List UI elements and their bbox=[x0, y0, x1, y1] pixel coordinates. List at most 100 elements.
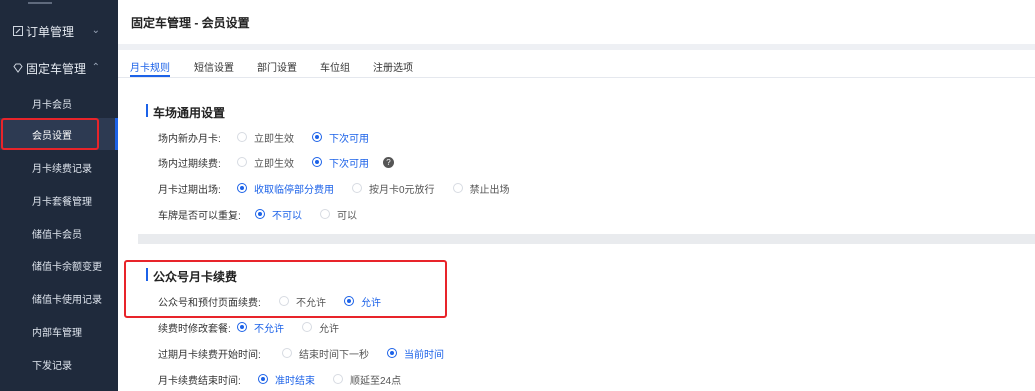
section-divider bbox=[138, 234, 1035, 244]
radio-button[interactable] bbox=[352, 183, 362, 193]
radio-option[interactable]: 按月卡0元放行 bbox=[352, 181, 435, 196]
sidebar-item-label: 内部车管理 bbox=[32, 327, 82, 339]
radio-option[interactable]: 顺延至24点 bbox=[333, 372, 401, 387]
radio-option[interactable]: 不允许 bbox=[237, 320, 284, 335]
highlight-box bbox=[124, 260, 447, 318]
page-title: 固定车管理 - 会员设置 bbox=[131, 16, 250, 30]
setting-row-modify-package: 续费时修改套餐: 不允许 允许 bbox=[158, 317, 357, 337]
sidebar-group-fixed-vehicle[interactable]: 固定车管理 ⌃ bbox=[0, 51, 118, 85]
radio-button[interactable] bbox=[333, 374, 343, 384]
radio-label: 不可以 bbox=[272, 210, 302, 222]
radio-label: 禁止出场 bbox=[469, 184, 510, 196]
radio-label: 准时结束 bbox=[275, 375, 315, 387]
radio-button[interactable] bbox=[452, 183, 463, 193]
chevron-down-icon: ⌄ bbox=[91, 25, 100, 36]
radio-option[interactable]: 立即生效 bbox=[237, 130, 294, 145]
setting-label: 过期月卡续费开始时间: bbox=[158, 349, 261, 361]
tab-department-settings[interactable]: 部门设置 bbox=[257, 59, 297, 74]
sidebar-item-balance-changes[interactable]: 储值卡余额变更 bbox=[0, 249, 118, 281]
setting-row-new-monthly-card: 场内新办月卡: 立即生效 下次可用 bbox=[158, 127, 387, 147]
radio-button[interactable] bbox=[237, 157, 247, 167]
tab-bar: 月卡规则 短信设置 部门设置 车位组 注册选项 bbox=[118, 50, 1035, 78]
radio-option[interactable]: 不可以 bbox=[255, 207, 302, 222]
setting-label: 场内过期续费: bbox=[158, 158, 221, 170]
radio-label: 当前时间 bbox=[404, 349, 444, 361]
radio-option[interactable]: 可以 bbox=[320, 207, 357, 222]
edit-icon bbox=[12, 26, 23, 37]
sidebar-item-package-management[interactable]: 月卡套餐管理 bbox=[0, 184, 118, 216]
sidebar-group-orders[interactable]: 订单管理 ⌄ bbox=[0, 14, 118, 48]
sidebar-item-label: 下发记录 bbox=[32, 360, 72, 372]
radio-label: 下次可用 bbox=[329, 158, 369, 170]
radio-label: 下次可用 bbox=[329, 133, 369, 145]
setting-row-plate-duplicate: 车牌是否可以重复: 不可以 可以 bbox=[158, 204, 375, 224]
section-marker bbox=[146, 104, 148, 117]
radio-label: 结束时间下一秒 bbox=[299, 349, 369, 361]
sidebar: 订单管理 ⌄ 固定车管理 ⌃ 月卡会员 会员设置 月卡续费记录 月卡套餐管理 储… bbox=[0, 0, 118, 391]
main-content: 固定车管理 - 会员设置 月卡规则 短信设置 部门设置 车位组 注册选项 车场通… bbox=[118, 0, 1035, 391]
radio-label: 立即生效 bbox=[254, 133, 294, 145]
radio-option[interactable]: 立即生效 bbox=[237, 155, 294, 170]
radio-label: 不允许 bbox=[254, 323, 284, 335]
sidebar-item-label: 储值卡会员 bbox=[32, 229, 82, 241]
sidebar-item-label: 月卡续费记录 bbox=[32, 163, 92, 175]
sidebar-top-item-stub[interactable] bbox=[0, 0, 118, 8]
sidebar-item-label: 储值卡使用记录 bbox=[32, 294, 102, 306]
diamond-icon bbox=[12, 63, 23, 74]
setting-row-expired-renewal-start: 过期月卡续费开始时间: 结束时间下一秒 当前时间 bbox=[158, 343, 462, 363]
sidebar-group-label: 固定车管理 bbox=[26, 61, 87, 76]
radio-button[interactable] bbox=[258, 374, 268, 384]
setting-row-expired-exit: 月卡过期出场: 收取临停部分费用 按月卡0元放行 禁止出场 bbox=[158, 178, 528, 198]
radio-button[interactable] bbox=[387, 348, 397, 358]
setting-label: 月卡过期出场: bbox=[158, 184, 221, 196]
radio-label: 立即生效 bbox=[254, 158, 294, 170]
radio-button[interactable] bbox=[312, 132, 322, 142]
tab-registration-options[interactable]: 注册选项 bbox=[373, 59, 413, 74]
setting-label: 场内新办月卡: bbox=[158, 133, 221, 145]
radio-option[interactable]: 准时结束 bbox=[258, 372, 315, 387]
radio-label: 可以 bbox=[337, 210, 357, 222]
setting-row-expired-renewal: 场内过期续费: 立即生效 下次可用 ? bbox=[158, 152, 394, 172]
sidebar-item-label: 储值卡余额变更 bbox=[32, 261, 102, 273]
app-window: 订单管理 ⌄ 固定车管理 ⌃ 月卡会员 会员设置 月卡续费记录 月卡套餐管理 储… bbox=[0, 0, 1035, 391]
tab-parking-space-group[interactable]: 车位组 bbox=[320, 59, 350, 74]
radio-button[interactable] bbox=[255, 209, 265, 219]
radio-option[interactable]: 下次可用 bbox=[312, 130, 369, 145]
sidebar-item-internal-vehicles[interactable]: 内部车管理 bbox=[0, 315, 118, 347]
section-title-general: 车场通用设置 bbox=[153, 106, 226, 120]
radio-option[interactable]: 允许 bbox=[302, 320, 339, 335]
radio-option[interactable]: 禁止出场 bbox=[452, 181, 510, 196]
sidebar-item-label: 月卡套餐管理 bbox=[32, 196, 92, 208]
radio-option[interactable]: 收取临停部分费用 bbox=[237, 181, 334, 196]
tab-sms-settings[interactable]: 短信设置 bbox=[194, 59, 234, 74]
sidebar-item-dispatch-records[interactable]: 下发记录 bbox=[0, 348, 118, 380]
radio-option[interactable]: 结束时间下一秒 bbox=[282, 346, 369, 361]
sidebar-item-renewal-records[interactable]: 月卡续费记录 bbox=[0, 151, 118, 183]
highlight-box bbox=[1, 118, 99, 150]
chevron-up-icon: ⌃ bbox=[91, 62, 100, 73]
help-icon[interactable]: ? bbox=[383, 156, 394, 168]
radio-button[interactable] bbox=[282, 348, 292, 358]
radio-button[interactable] bbox=[302, 322, 312, 332]
radio-option[interactable]: 下次可用 bbox=[312, 155, 369, 170]
tab-monthly-rules[interactable]: 月卡规则 bbox=[130, 59, 170, 74]
active-tab-indicator bbox=[130, 75, 170, 77]
radio-label: 允许 bbox=[319, 323, 339, 335]
setting-row-renewal-end-time: 月卡续费结束时间: 准时结束 顺延至24点 bbox=[158, 369, 419, 389]
radio-button[interactable] bbox=[237, 132, 247, 142]
radio-button[interactable] bbox=[237, 322, 247, 332]
radio-label: 收取临停部分费用 bbox=[254, 184, 334, 196]
radio-option[interactable]: 当前时间 bbox=[387, 346, 444, 361]
sidebar-group-label: 订单管理 bbox=[26, 24, 75, 39]
setting-label: 车牌是否可以重复: bbox=[158, 210, 241, 222]
page-header: 固定车管理 - 会员设置 bbox=[118, 0, 1035, 44]
radio-label: 顺延至24点 bbox=[350, 375, 402, 387]
sidebar-item-stored-value-members[interactable]: 储值卡会员 bbox=[0, 217, 118, 249]
sidebar-item-label: 月卡会员 bbox=[32, 99, 72, 111]
sidebar-item-usage-records[interactable]: 储值卡使用记录 bbox=[0, 282, 118, 314]
radio-button[interactable] bbox=[320, 209, 330, 219]
setting-label: 月卡续费结束时间: bbox=[158, 375, 241, 387]
sidebar-item-monthly-members[interactable]: 月卡会员 bbox=[0, 87, 118, 119]
radio-button[interactable] bbox=[312, 157, 322, 167]
radio-button[interactable] bbox=[237, 183, 247, 193]
